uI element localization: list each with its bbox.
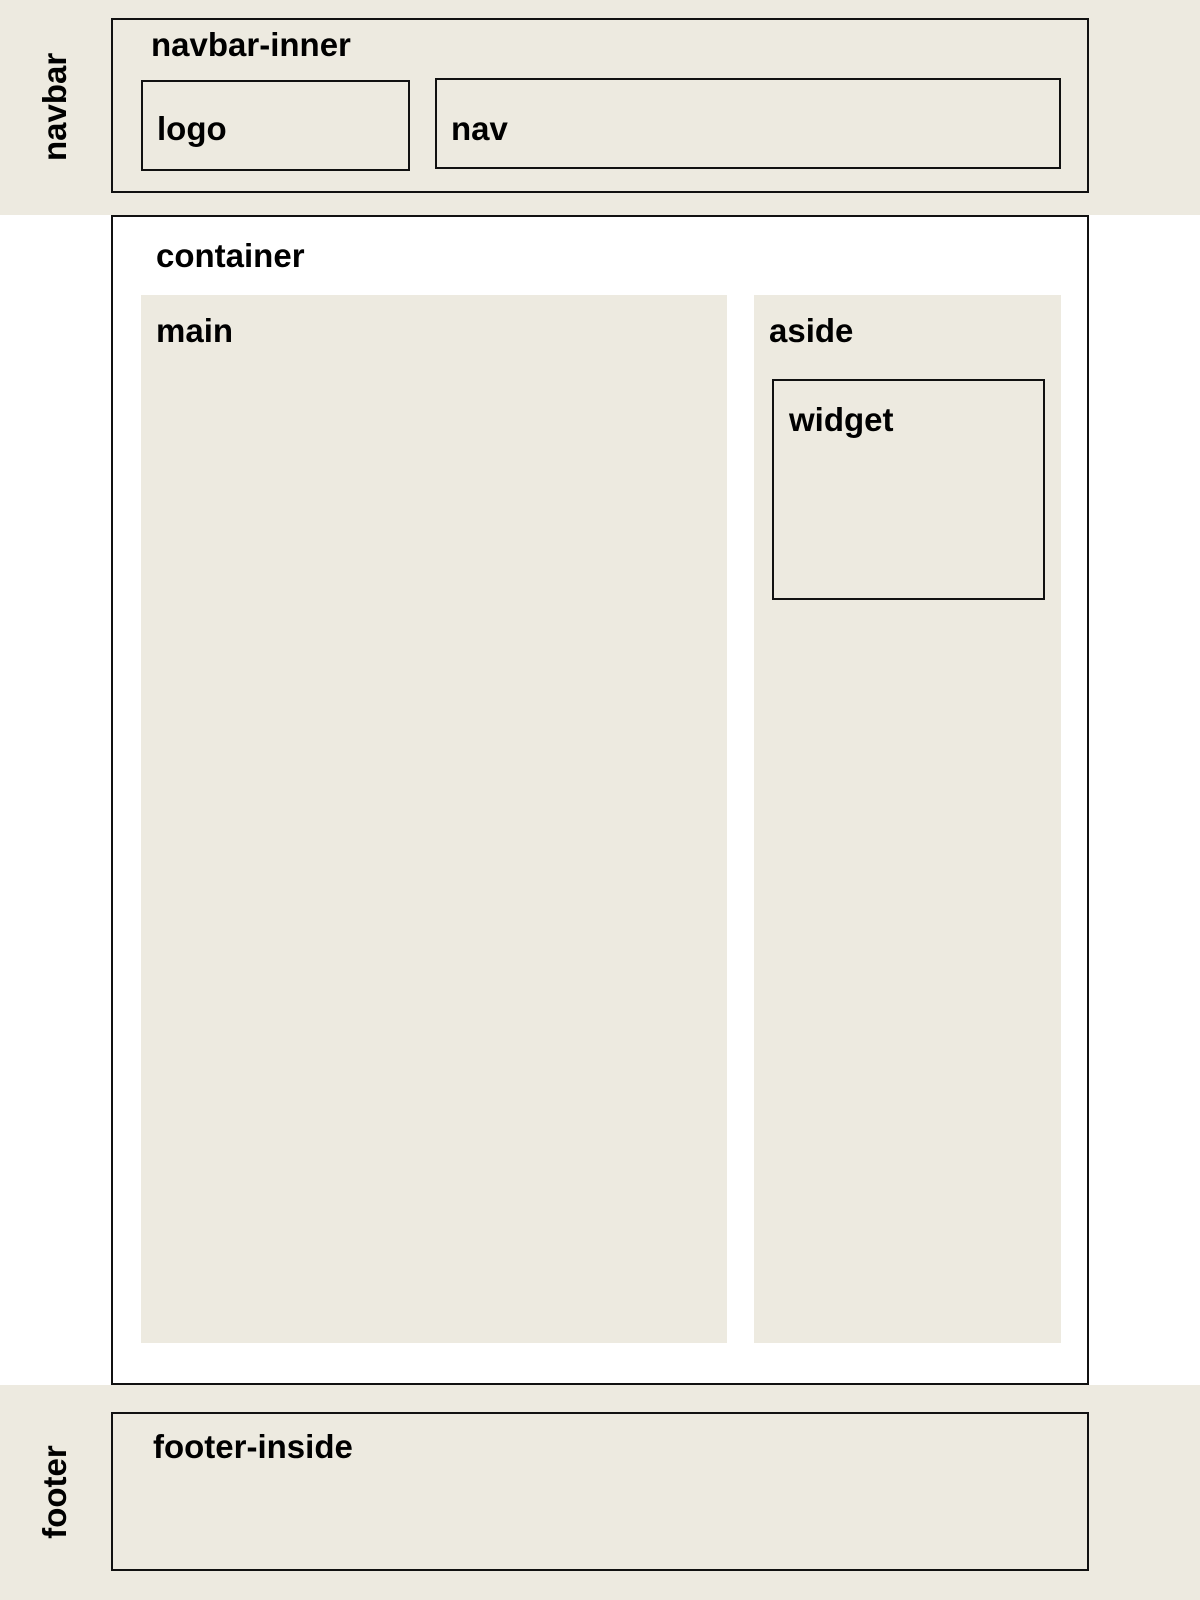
logo-box: logo	[141, 80, 410, 171]
nav-label: nav	[451, 110, 508, 147]
nav-box: nav	[435, 78, 1061, 169]
footer-label: footer	[36, 1445, 73, 1539]
footer-inside-label: footer-inside	[153, 1428, 353, 1465]
footer-inside-box: footer-inside	[111, 1412, 1089, 1571]
widget-label: widget	[789, 401, 894, 438]
widget-box: widget	[772, 379, 1045, 600]
navbar-inner-label: navbar-inner	[151, 26, 351, 63]
logo-label: logo	[157, 110, 227, 147]
navbar-label: navbar	[36, 52, 73, 161]
container-label: container	[156, 237, 305, 274]
main-label: main	[156, 312, 234, 349]
aside-label: aside	[769, 312, 854, 349]
main-region: main	[141, 295, 727, 1343]
